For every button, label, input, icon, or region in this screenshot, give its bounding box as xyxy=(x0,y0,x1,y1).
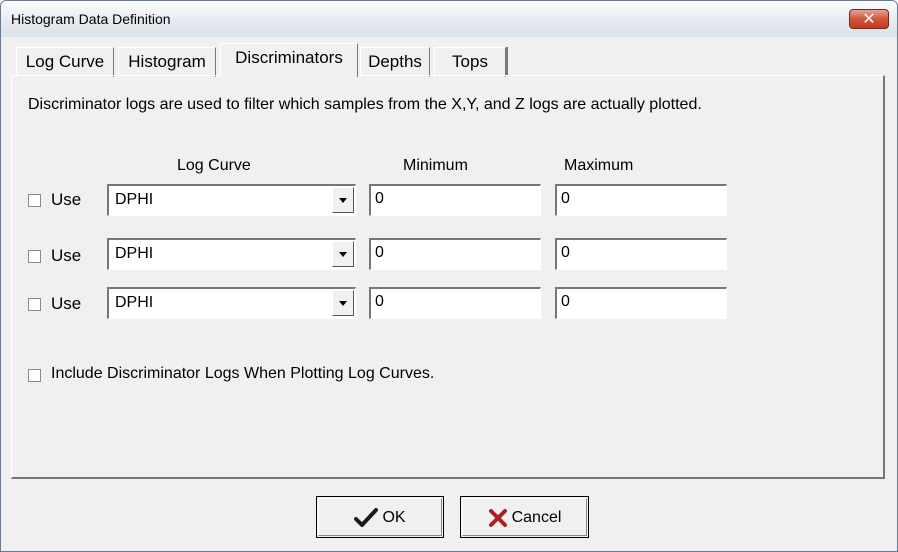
x-icon xyxy=(488,509,507,527)
close-icon: ✕ xyxy=(862,11,876,28)
include-discriminator-label: Include Discriminator Logs When Plotting… xyxy=(51,365,435,382)
use-checkbox-1[interactable] xyxy=(28,194,41,207)
tab-histogram[interactable]: Histogram xyxy=(118,47,216,77)
tab-log-curve[interactable]: Log Curve xyxy=(16,47,114,77)
maximum-input-3[interactable]: 0 xyxy=(555,287,727,319)
log-curve-value-1: DPHI xyxy=(115,191,154,208)
use-label-1: Use xyxy=(51,190,82,209)
tab-panel-discriminators xyxy=(11,75,885,479)
log-curve-value-3: DPHI xyxy=(115,294,154,311)
minimum-input-3[interactable]: 0 xyxy=(369,287,541,319)
tab-label: Log Curve xyxy=(25,52,105,71)
tab-label: Tops xyxy=(452,52,488,71)
ok-button-content: OK xyxy=(317,508,443,528)
chevron-down-icon[interactable] xyxy=(332,290,354,316)
tab-label: Discriminators xyxy=(235,48,343,67)
description-text: Discriminator logs are used to filter wh… xyxy=(28,96,702,113)
ok-label: OK xyxy=(382,509,406,527)
chevron-down-icon[interactable] xyxy=(332,187,354,213)
tab-label: Histogram xyxy=(128,52,206,71)
log-curve-value-2: DPHI xyxy=(115,245,154,262)
header-maximum: Maximum xyxy=(564,157,634,174)
maximum-input-1[interactable]: 0 xyxy=(555,184,727,216)
use-label-2: Use xyxy=(51,246,82,265)
header-minimum: Minimum xyxy=(403,157,468,174)
chevron-down-icon[interactable] xyxy=(332,241,354,267)
use-checkbox-3[interactable] xyxy=(28,298,41,311)
checkmark-icon xyxy=(354,508,379,527)
minimum-input-2[interactable]: 0 xyxy=(369,238,541,270)
header-log-curve: Log Curve xyxy=(177,157,251,174)
tab-tops[interactable]: Tops xyxy=(434,47,506,77)
dialog-window: Histogram Data Definition ✕ Log Curve Hi… xyxy=(0,0,898,552)
tab-depths[interactable]: Depths xyxy=(360,47,430,77)
log-curve-select-3[interactable]: DPHI xyxy=(107,287,356,319)
window-title: Histogram Data Definition xyxy=(11,11,171,27)
minimum-input-1[interactable]: 0 xyxy=(369,184,541,216)
maximum-input-2[interactable]: 0 xyxy=(555,238,727,270)
log-curve-select-2[interactable]: DPHI xyxy=(107,238,356,270)
use-label-3: Use xyxy=(51,294,82,313)
use-checkbox-2[interactable] xyxy=(28,250,41,263)
tab-discriminators[interactable]: Discriminators xyxy=(220,43,358,77)
cancel-button-content: Cancel xyxy=(461,508,588,528)
cancel-button[interactable]: Cancel xyxy=(460,496,589,538)
log-curve-select-1[interactable]: DPHI xyxy=(107,184,356,216)
tab-strip-end xyxy=(506,47,508,75)
cancel-label: Cancel xyxy=(511,509,562,527)
close-button[interactable]: ✕ xyxy=(849,9,889,29)
include-discriminator-checkbox[interactable] xyxy=(28,369,41,382)
tab-label: Depths xyxy=(368,52,422,71)
ok-button[interactable]: OK xyxy=(316,496,444,538)
title-bar: Histogram Data Definition ✕ xyxy=(1,1,897,37)
